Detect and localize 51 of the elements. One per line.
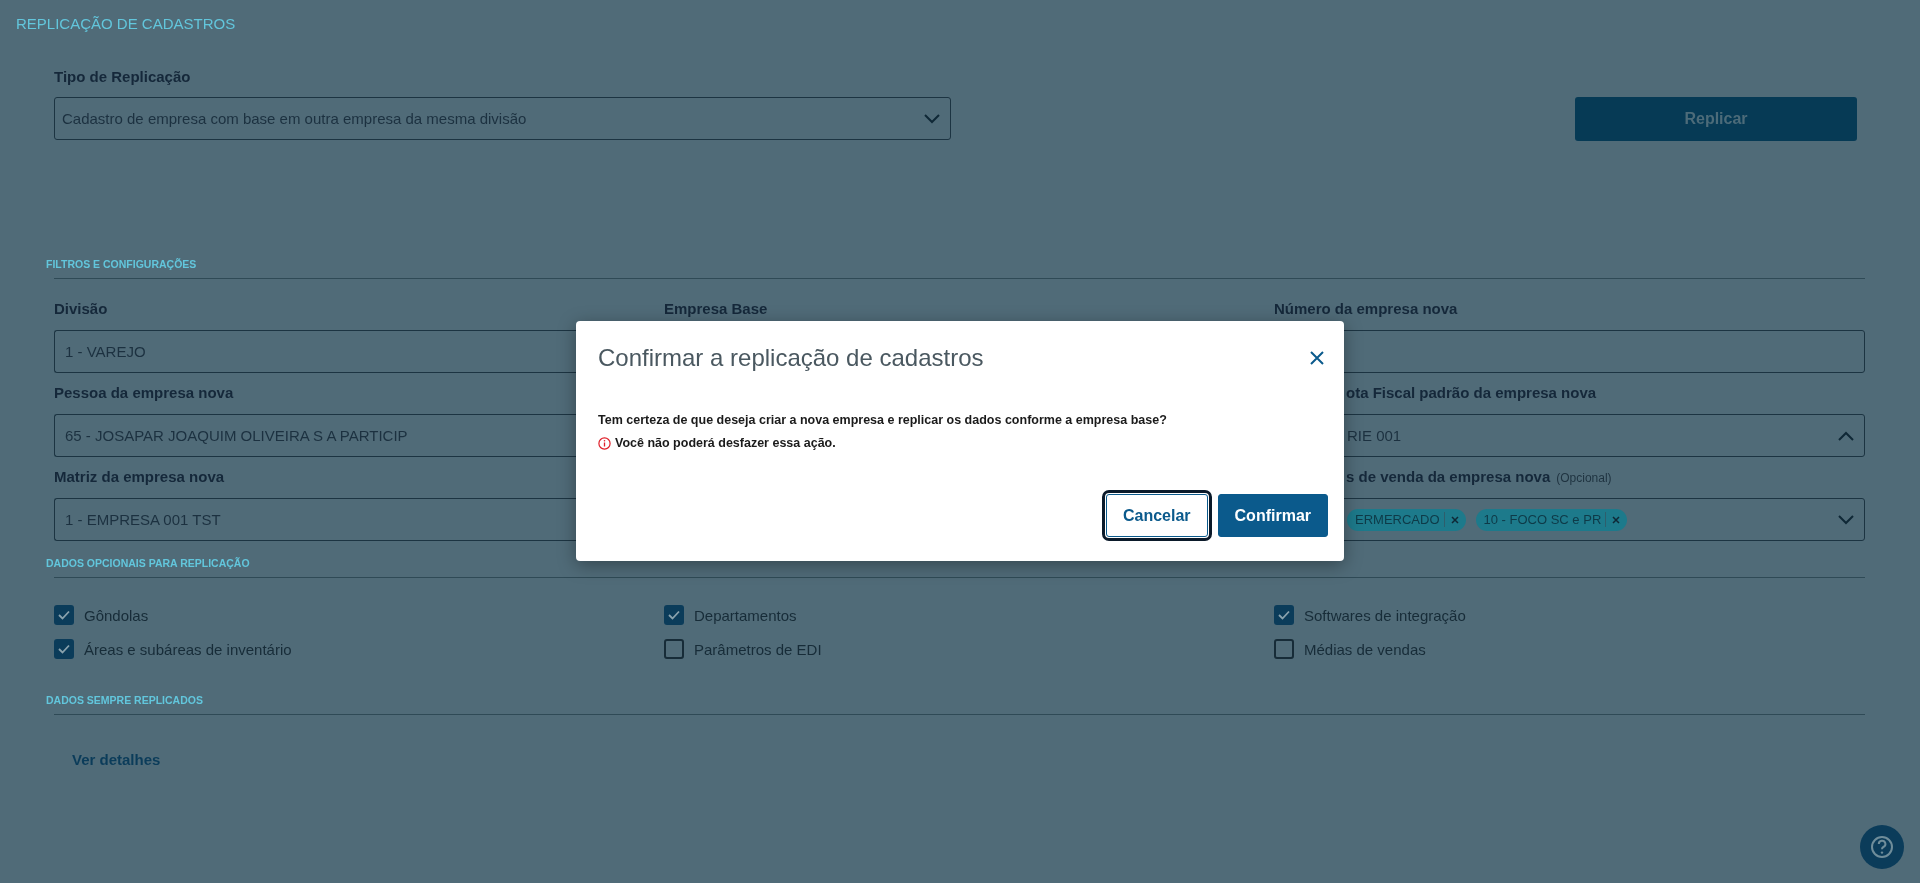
text-field[interactable]: 1 - EMPRESA 001 TST (54, 498, 577, 541)
remove-icon[interactable] (1612, 515, 1621, 524)
dialog-message: Tem certeza de que deseja criar a nova empresa e replicar os dados conforme a empresa base? (598, 413, 1168, 427)
field-value: 1 - EMPRESA 001 TST (65, 511, 221, 528)
checkbox-label: Médias de vendas (1304, 640, 1426, 658)
dropdown-field[interactable]: Cadastro de empresa com base em outra empresa da mesma divisão (54, 97, 951, 140)
warning-text: Você não poderá desfazer essa ação. (615, 436, 836, 450)
text-field[interactable]: 1 - VAREJO (54, 330, 577, 373)
checkbox[interactable] (664, 605, 684, 625)
field-label: Divisão (54, 299, 108, 319)
checkbox-label: Gôndolas (84, 606, 149, 624)
field-label: Pessoa da empresa nova (54, 383, 234, 403)
check-icon (1278, 610, 1290, 620)
section-heading: DADOS OPCIONAIS PARA REPLICAÇÃO (46, 557, 250, 569)
checkbox-label: Softwares de integração (1304, 606, 1466, 624)
field-value: 65 - JOSAPAR JOAQUIM OLIVEIRA S A PARTICIP (65, 427, 408, 444)
details-link[interactable]: Ver detalhes (72, 751, 161, 768)
remove-icon[interactable] (1450, 515, 1459, 524)
tag-chip: ERMERCADO (1347, 508, 1466, 531)
confirm-button[interactable]: Confirmar (1217, 494, 1328, 537)
section-heading: DADOS SEMPRE REPLICADOS (46, 694, 203, 706)
optional-hint: (Opcional) (1556, 470, 1612, 487)
checkbox-label: Áreas e subáreas de inventário (84, 640, 292, 658)
checkbox[interactable] (54, 639, 74, 659)
field-label: Matriz da empresa nova (54, 467, 225, 487)
checkbox-label: Parâmetros de EDI (694, 640, 822, 658)
field-label: Empresa Base (664, 299, 768, 319)
section-heading: FILTROS E CONFIGURAÇÕES (46, 258, 197, 270)
chevron-down-icon (924, 113, 940, 124)
text-field[interactable]: 65 - JOSAPAR JOAQUIM OLIVEIRA S A PARTICIP (54, 414, 577, 457)
checkbox-label: Departamentos (694, 606, 797, 624)
check-icon (58, 610, 70, 620)
field-label: s de venda da empresa nova (1346, 467, 1551, 487)
warning-icon (598, 436, 611, 450)
check-icon (668, 610, 680, 620)
checkbox[interactable] (1274, 605, 1294, 625)
help-icon[interactable] (1860, 825, 1904, 869)
field-value: 1 - VAREJO (65, 343, 146, 360)
check-icon (58, 644, 70, 654)
close-icon[interactable] (1310, 351, 1324, 365)
field-value: Cadastro de empresa com base em outra empresa da mesma divisão (62, 110, 528, 127)
field-label: ota Fiscal padrão da empresa nova (1346, 383, 1597, 403)
dialog-title: Confirmar a replicação de cadastros (598, 344, 984, 372)
field-label: Número da empresa nova (1274, 299, 1458, 319)
tag-chip: 10 - FOCO SC e PR (1475, 508, 1628, 531)
field-value: RIE 001 (1347, 427, 1402, 444)
page-title: REPLICAÇÃO DE CADASTROS (16, 14, 236, 34)
checkbox[interactable] (54, 605, 74, 625)
checkbox[interactable] (664, 639, 684, 659)
field-label: Tipo de Replicação (54, 67, 191, 87)
checkbox[interactable] (1274, 639, 1294, 659)
